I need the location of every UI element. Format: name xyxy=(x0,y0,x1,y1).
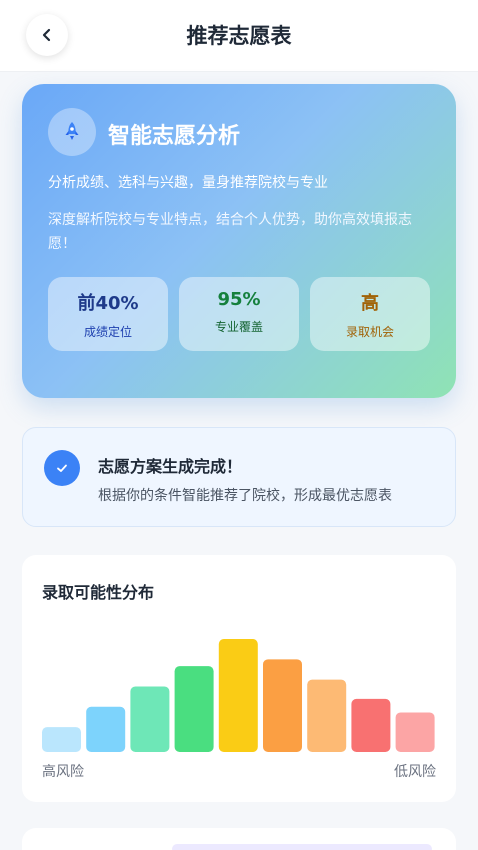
completion-notice: 志愿方案生成完成！ 根据你的条件智能推荐了院校，形成最优志愿表 xyxy=(22,427,456,527)
stat-rank: 前40% 成绩定位 xyxy=(48,277,168,351)
distribution-bar-9 xyxy=(395,712,435,752)
distribution-bar-6 xyxy=(263,659,302,752)
stat-label: 专业覆盖 xyxy=(214,320,263,334)
low-risk-label: 低风险 xyxy=(394,764,436,780)
stat-value: 95% xyxy=(217,289,261,310)
distribution-bar-5 xyxy=(218,639,258,752)
stat-label: 成绩定位 xyxy=(83,325,132,339)
high-risk-label: 高风险 xyxy=(42,764,84,780)
distribution-bar-3 xyxy=(130,686,170,752)
next-section-banner xyxy=(172,844,432,850)
page-title: 推荐志愿表 xyxy=(186,24,292,48)
stat-label: 录取机会 xyxy=(345,325,394,339)
distribution-bar-8 xyxy=(351,698,391,752)
notice-text: 根据你的条件智能推荐了院校，形成最优志愿表 xyxy=(98,488,392,504)
top-bar: 推荐志愿表 xyxy=(0,0,478,72)
analysis-title: 智能志愿分析 xyxy=(108,124,241,149)
stat-coverage: 95% 专业覆盖 xyxy=(179,277,299,351)
next-section-card xyxy=(22,828,456,850)
distribution-bar-4 xyxy=(174,666,214,752)
distribution-bar-2 xyxy=(86,706,126,752)
analysis-description: 深度解析院校与专业特点，结合个人优势，助你高效填报志愿！ xyxy=(48,212,412,252)
notice-title: 志愿方案生成完成！ xyxy=(98,457,243,476)
check-icon xyxy=(44,450,80,486)
analysis-card: 智能志愿分析 分析成绩、选科与兴趣，量身推荐院校与专业 深度解析院校与专业特点，… xyxy=(22,84,456,398)
stat-value: 高 xyxy=(361,293,379,314)
distribution-card: 录取可能性分布 高风险 低风险 xyxy=(22,555,456,802)
stat-admission: 高 录取机会 xyxy=(310,277,430,351)
rocket-icon xyxy=(48,108,96,156)
distribution-bar-7 xyxy=(307,679,347,752)
stat-value: 前40% xyxy=(77,293,139,314)
analysis-subtitle: 分析成绩、选科与兴趣，量身推荐院校与专业 xyxy=(48,175,328,191)
distribution-chart xyxy=(42,639,435,752)
distribution-bar-1 xyxy=(42,727,81,752)
